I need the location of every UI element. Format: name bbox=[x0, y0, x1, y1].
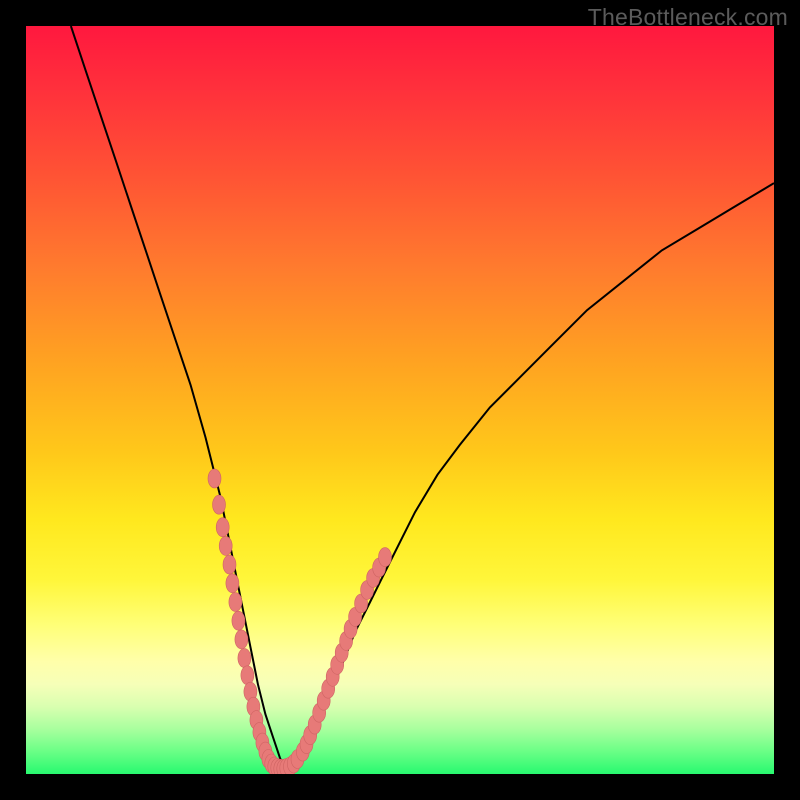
data-marker bbox=[219, 536, 232, 555]
data-marker bbox=[229, 593, 242, 612]
chart-frame: TheBottleneck.com bbox=[0, 0, 800, 800]
bottleneck-curve bbox=[71, 26, 774, 767]
data-marker bbox=[208, 469, 221, 488]
data-marker bbox=[238, 649, 251, 668]
data-marker bbox=[235, 630, 248, 649]
data-marker bbox=[213, 495, 226, 514]
data-marker bbox=[223, 555, 236, 574]
data-marker bbox=[226, 574, 239, 593]
data-marker bbox=[241, 666, 254, 685]
data-marker bbox=[216, 518, 229, 537]
data-marker bbox=[379, 548, 392, 567]
watermark-text: TheBottleneck.com bbox=[588, 4, 788, 31]
plot-area bbox=[26, 26, 774, 774]
data-marker bbox=[232, 611, 245, 630]
curve-layer bbox=[26, 26, 774, 774]
